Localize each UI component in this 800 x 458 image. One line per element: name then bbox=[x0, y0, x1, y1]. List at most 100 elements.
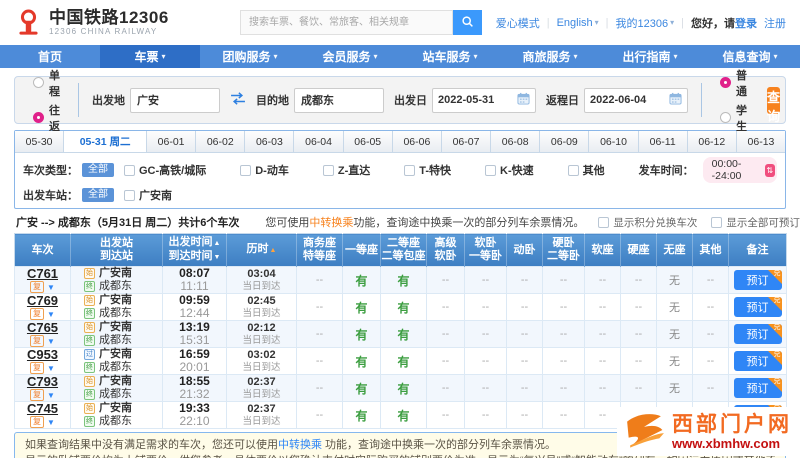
column-header-other[interactable]: 其他 bbox=[692, 233, 729, 267]
depart-date-input[interactable]: 2022-05-31 bbox=[432, 87, 536, 113]
train-number-link[interactable]: C769 bbox=[15, 294, 70, 307]
trip-type-radio[interactable]: 单程 bbox=[33, 67, 60, 99]
train-type-checkbox-label: 其他 bbox=[582, 165, 605, 177]
column-header-duration[interactable]: 历时▲ bbox=[226, 233, 297, 267]
train-type-checkbox[interactable]: Z-直达 bbox=[322, 162, 370, 178]
return-date-input[interactable]: 2022-06-04 bbox=[584, 87, 688, 113]
nav-item[interactable]: 首页 bbox=[0, 45, 100, 68]
query-button[interactable]: 查询 bbox=[767, 86, 781, 124]
watermark-site-url: www.xbmhw.com bbox=[672, 435, 781, 451]
station-name: 成都东 bbox=[99, 361, 132, 373]
column-header-train[interactable]: 车次 bbox=[14, 233, 71, 267]
book-button[interactable]: 预订兑 bbox=[733, 270, 782, 290]
book-button[interactable]: 预订兑 bbox=[733, 324, 782, 344]
train-number-link[interactable]: C745 bbox=[15, 402, 70, 415]
expand-caret-icon[interactable]: ▼ bbox=[47, 310, 55, 319]
train-number-link[interactable]: C953 bbox=[15, 348, 70, 361]
column-header-no_seat[interactable]: 无座 bbox=[656, 233, 693, 267]
display-toggle-checkbox[interactable]: 显示积分兑换车次 bbox=[598, 215, 697, 230]
column-header-dong[interactable]: 动卧 bbox=[506, 233, 543, 267]
station-badge-icon: 始 bbox=[84, 295, 95, 306]
nav-item[interactable]: 站车服务 ▾ bbox=[400, 45, 500, 68]
seat-availability: -- bbox=[520, 328, 529, 340]
search-button[interactable] bbox=[453, 10, 482, 35]
date-tab[interactable]: 06-06 bbox=[392, 131, 442, 152]
display-toggle-checkbox[interactable]: 显示全部可预订车次 bbox=[711, 215, 800, 230]
train-type-all-badge[interactable]: 全部 bbox=[82, 163, 114, 177]
depart-station-checkbox[interactable]: 广安南 bbox=[124, 187, 172, 203]
date-tab[interactable]: 05-31 周二 bbox=[64, 131, 148, 152]
column-header-first[interactable]: 一等座 bbox=[342, 233, 381, 267]
nav-item[interactable]: 出行指南 ▾ bbox=[600, 45, 700, 68]
book-button[interactable]: 预订兑 bbox=[733, 378, 782, 398]
swap-stations-button[interactable] bbox=[229, 92, 247, 108]
date-tab[interactable]: 06-07 bbox=[441, 131, 492, 152]
book-button[interactable]: 预订兑 bbox=[733, 351, 782, 371]
date-tab[interactable]: 06-04 bbox=[294, 131, 344, 152]
train-type-checkbox[interactable]: T-特快 bbox=[404, 162, 451, 178]
nav-item[interactable]: 团购服务 ▾ bbox=[200, 45, 300, 68]
date-tab[interactable]: 06-12 bbox=[687, 131, 737, 152]
expand-caret-icon[interactable]: ▼ bbox=[47, 391, 55, 400]
trip-type-radio[interactable]: 往返 bbox=[33, 102, 60, 134]
care-mode-link[interactable]: 爱心模式 bbox=[496, 15, 540, 31]
brand[interactable]: 中国铁路12306 12306 CHINA RAILWAY bbox=[14, 8, 240, 37]
column-header-soft_seat[interactable]: 软座 bbox=[584, 233, 621, 267]
transfer-link[interactable]: 中转换乘 bbox=[309, 217, 353, 229]
passenger-type-radio[interactable]: 普通 bbox=[720, 67, 747, 99]
column-header-second[interactable]: 二等座 二等包座 bbox=[380, 233, 427, 267]
expand-caret-icon[interactable]: ▼ bbox=[47, 283, 55, 292]
train-number-link[interactable]: C793 bbox=[15, 375, 70, 388]
passenger-type-radio[interactable]: 学生 bbox=[720, 102, 747, 134]
column-header-hard_sleeper[interactable]: 硬卧 二等卧 bbox=[542, 233, 585, 267]
train-number-link[interactable]: C765 bbox=[15, 321, 70, 334]
depart-time-select[interactable]: 00:00--24:00 ⇅ bbox=[702, 157, 777, 183]
my12306-link[interactable]: 我的12306 ▾ bbox=[616, 15, 675, 31]
from-station-input[interactable] bbox=[130, 87, 220, 113]
nav-item[interactable]: 车票 ▾ bbox=[100, 45, 200, 68]
train-type-checkbox[interactable]: K-快速 bbox=[485, 162, 534, 178]
date-tab[interactable]: 06-09 bbox=[540, 131, 590, 152]
date-tab[interactable]: 06-03 bbox=[245, 131, 295, 152]
login-link[interactable]: 登录 bbox=[735, 15, 757, 31]
column-header-times[interactable]: 出发时间▲ 到达时间▼ bbox=[162, 233, 227, 267]
to-station-input[interactable] bbox=[294, 87, 384, 113]
date-tab[interactable]: 06-08 bbox=[491, 131, 541, 152]
column-header-hard_seat[interactable]: 硬座 bbox=[620, 233, 657, 267]
column-header-adv_soft[interactable]: 高级 软卧 bbox=[426, 233, 465, 267]
fuxing-badge: 复 bbox=[30, 389, 45, 401]
station-line: 终成都东 bbox=[71, 307, 162, 320]
train-number-link[interactable]: C761 bbox=[15, 267, 70, 280]
expand-caret-icon[interactable]: ▼ bbox=[47, 418, 55, 427]
language-link[interactable]: English ▾ bbox=[557, 17, 599, 29]
register-link[interactable]: 注册 bbox=[764, 15, 786, 31]
expand-caret-icon[interactable]: ▼ bbox=[47, 364, 55, 373]
search-input[interactable] bbox=[240, 10, 453, 35]
date-tab[interactable]: 06-02 bbox=[196, 131, 246, 152]
column-header-stations[interactable]: 出发站 到达站 bbox=[70, 233, 163, 267]
date-tab[interactable]: 06-10 bbox=[589, 131, 639, 152]
column-header-remark[interactable]: 备注 bbox=[728, 233, 787, 267]
date-tab[interactable]: 06-05 bbox=[343, 131, 393, 152]
train-type-checkbox[interactable]: 其他 bbox=[567, 162, 605, 178]
date-tab[interactable]: 06-01 bbox=[147, 131, 197, 152]
my12306-label: 我的12306 bbox=[615, 17, 669, 30]
arrival-note: 当日到达 bbox=[242, 334, 281, 346]
expand-caret-icon[interactable]: ▼ bbox=[47, 337, 55, 346]
date-tab[interactable]: 06-13 bbox=[736, 131, 786, 152]
column-header-soft[interactable]: 软卧 一等卧 bbox=[464, 233, 507, 267]
book-button[interactable]: 预订兑 bbox=[733, 297, 782, 317]
train-type-checkbox[interactable]: GC-高铁/城际 bbox=[124, 162, 206, 178]
language-label: English bbox=[556, 16, 593, 29]
depart-station-all-badge[interactable]: 全部 bbox=[82, 188, 114, 202]
duration-value: 02:37 bbox=[247, 402, 276, 415]
nav-item[interactable]: 商旅服务 ▾ bbox=[500, 45, 600, 68]
nav-item[interactable]: 信息查询 ▾ bbox=[700, 45, 800, 68]
nav-item[interactable]: 会员服务 ▾ bbox=[300, 45, 400, 68]
column-header-business[interactable]: 商务座 特等座 bbox=[296, 233, 343, 267]
transfer-link[interactable]: 中转换乘 bbox=[278, 439, 322, 451]
date-tab[interactable]: 05-30 bbox=[15, 131, 65, 152]
date-tab[interactable]: 06-11 bbox=[638, 131, 688, 152]
train-type-checkbox[interactable]: D-动车 bbox=[240, 162, 289, 178]
main-nav: 首页 车票 ▾ 团购服务 ▾ 会员服务 ▾ 站车服务 ▾ 商旅服务 ▾ 出行指南 ▾ 信息查询 ▾ bbox=[0, 45, 800, 68]
